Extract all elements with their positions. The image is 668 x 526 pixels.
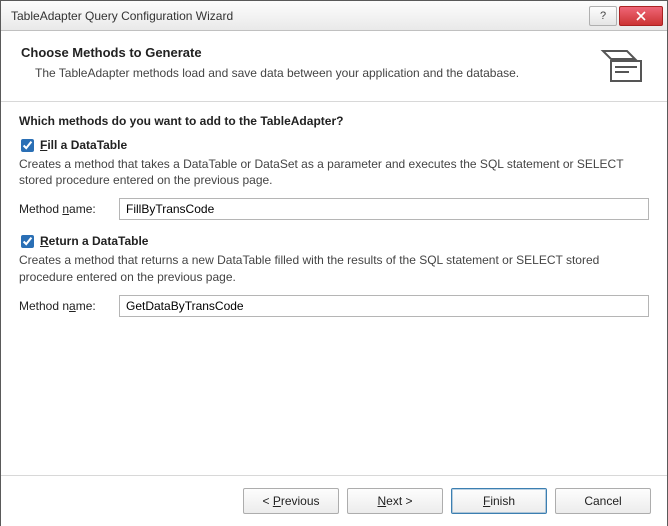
question-text: Which methods do you want to add to the …: [19, 114, 649, 128]
close-button[interactable]: [619, 6, 663, 26]
fill-checkbox[interactable]: [21, 139, 34, 152]
previous-button[interactable]: < Previous: [243, 488, 339, 514]
header-icon: [599, 45, 647, 85]
titlebar: TableAdapter Query Configuration Wizard …: [1, 1, 667, 31]
return-option-row: Return a DataTable: [19, 234, 649, 248]
return-method-row: Method name:: [19, 295, 649, 317]
close-icon: [636, 11, 646, 21]
return-explain: Creates a method that returns a new Data…: [19, 252, 649, 284]
wizard-footer: < Previous Next > Finish Cancel: [1, 475, 667, 526]
fill-method-label: Method name:: [19, 202, 119, 216]
return-label[interactable]: Return a DataTable: [40, 234, 148, 248]
help-button[interactable]: ?: [589, 6, 617, 26]
return-method-input[interactable]: [119, 295, 649, 317]
fill-option-row: Fill a DataTable: [19, 138, 649, 152]
cancel-button[interactable]: Cancel: [555, 488, 651, 514]
fill-explain: Creates a method that takes a DataTable …: [19, 156, 649, 188]
fill-method-input[interactable]: [119, 198, 649, 220]
header-description: The TableAdapter methods load and save d…: [35, 66, 599, 80]
header-heading: Choose Methods to Generate: [21, 45, 599, 60]
next-button[interactable]: Next >: [347, 488, 443, 514]
wizard-content: Which methods do you want to add to the …: [1, 102, 667, 343]
window-title: TableAdapter Query Configuration Wizard: [11, 9, 587, 23]
return-checkbox[interactable]: [21, 235, 34, 248]
fill-method-row: Method name:: [19, 198, 649, 220]
return-method-label: Method name:: [19, 299, 119, 313]
wizard-header: Choose Methods to Generate The TableAdap…: [1, 31, 667, 102]
fill-label[interactable]: Fill a DataTable: [40, 138, 127, 152]
finish-button[interactable]: Finish: [451, 488, 547, 514]
